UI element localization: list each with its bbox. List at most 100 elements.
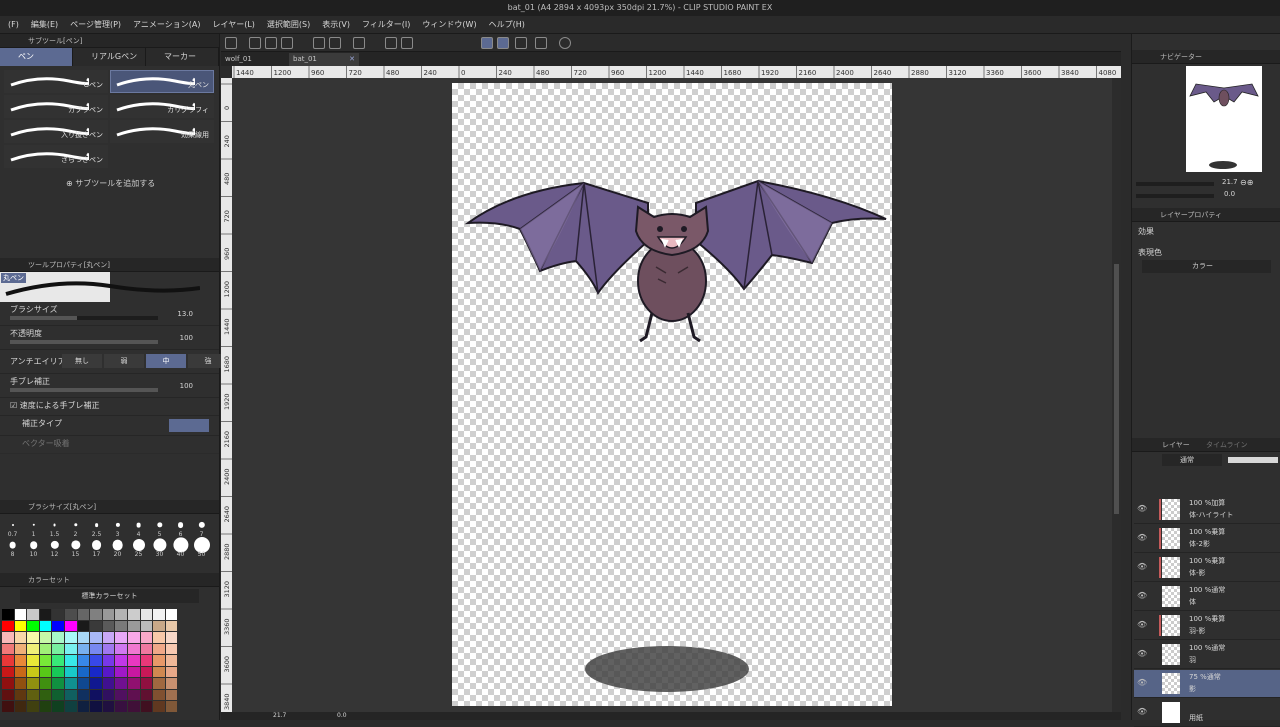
snap-special-ruler-icon[interactable] xyxy=(497,37,509,49)
brush-size-preset[interactable]: 7 xyxy=(191,518,212,538)
color-swatch[interactable] xyxy=(115,643,127,654)
color-swatch[interactable] xyxy=(14,632,27,643)
color-swatch[interactable] xyxy=(115,632,127,643)
color-swatch[interactable] xyxy=(2,632,14,643)
color-swatch[interactable] xyxy=(14,655,27,666)
color-swatch[interactable] xyxy=(27,666,39,677)
color-swatch[interactable] xyxy=(77,620,90,631)
brush-size-preset[interactable]: 1.5 xyxy=(44,518,65,538)
color-swatch[interactable] xyxy=(64,620,77,631)
close-icon[interactable]: ✕ xyxy=(349,53,355,66)
color-swatch[interactable] xyxy=(165,655,178,666)
checkbox-checked-icon[interactable]: ☑ xyxy=(10,401,20,410)
layer-row[interactable]: 👁 75 %通常影 xyxy=(1134,670,1280,698)
color-swatch[interactable] xyxy=(77,643,90,654)
color-swatch[interactable] xyxy=(165,643,178,654)
color-swatch[interactable] xyxy=(27,701,39,712)
color-swatch[interactable] xyxy=(90,689,102,700)
eye-icon[interactable]: 👁 xyxy=(1137,707,1147,716)
snap-ruler-icon[interactable] xyxy=(481,37,493,49)
color-swatch[interactable] xyxy=(52,701,64,712)
color-swatch[interactable] xyxy=(102,655,115,666)
brush-item[interactable]: カブラペン xyxy=(4,95,108,118)
color-swatch[interactable] xyxy=(90,655,102,666)
color-swatch[interactable] xyxy=(2,701,14,712)
color-swatch[interactable] xyxy=(102,632,115,643)
redo-icon[interactable] xyxy=(329,37,341,49)
menu-help[interactable]: ヘルプ(H) xyxy=(483,19,531,30)
color-swatch[interactable] xyxy=(127,689,140,700)
brush-size-preset[interactable]: 10 xyxy=(23,538,44,558)
color-swatch[interactable] xyxy=(115,609,127,620)
color-swatch[interactable] xyxy=(64,678,77,689)
new-file-icon[interactable] xyxy=(249,37,261,49)
color-swatch[interactable] xyxy=(127,620,140,631)
color-swatch[interactable] xyxy=(14,666,27,677)
color-swatch[interactable] xyxy=(77,689,90,700)
color-swatch[interactable] xyxy=(90,666,102,677)
color-swatch[interactable] xyxy=(153,620,165,631)
navigator-preview[interactable] xyxy=(1186,66,1262,172)
color-swatch[interactable] xyxy=(39,620,52,631)
menu-window[interactable]: ウィンドウ(W) xyxy=(416,19,482,30)
color-swatch[interactable] xyxy=(90,701,102,712)
color-swatch[interactable] xyxy=(52,689,64,700)
brush-size-preset[interactable]: 0.7 xyxy=(2,518,23,538)
zoom-slider[interactable] xyxy=(1136,182,1214,186)
color-swatch[interactable] xyxy=(77,609,90,620)
color-swatch[interactable] xyxy=(102,678,115,689)
color-swatch[interactable] xyxy=(102,701,115,712)
scroll-thumb[interactable] xyxy=(1114,264,1119,514)
color-swatch[interactable] xyxy=(14,620,27,631)
color-swatch[interactable] xyxy=(39,678,52,689)
color-swatch[interactable] xyxy=(52,620,64,631)
color-swatch[interactable] xyxy=(127,678,140,689)
color-swatch[interactable] xyxy=(127,666,140,677)
clear-icon[interactable] xyxy=(353,37,365,49)
color-swatch[interactable] xyxy=(39,609,52,620)
color-swatch[interactable] xyxy=(77,701,90,712)
color-swatch[interactable] xyxy=(115,701,127,712)
color-swatch[interactable] xyxy=(153,678,165,689)
color-swatch[interactable] xyxy=(127,701,140,712)
color-swatch[interactable] xyxy=(2,609,14,620)
color-swatch[interactable] xyxy=(52,666,64,677)
eye-icon[interactable]: 👁 xyxy=(1137,533,1147,542)
color-swatch[interactable] xyxy=(102,689,115,700)
color-mode-select[interactable]: カラー xyxy=(1142,260,1271,273)
color-swatch[interactable] xyxy=(140,609,153,620)
color-swatch[interactable] xyxy=(77,632,90,643)
brush-size-preset[interactable]: 40 xyxy=(170,537,191,558)
color-swatch[interactable] xyxy=(2,678,14,689)
color-swatch[interactable] xyxy=(2,666,14,677)
color-swatch[interactable] xyxy=(90,678,102,689)
colorset-select[interactable]: 標準カラーセット xyxy=(20,589,199,603)
color-swatch[interactable] xyxy=(153,655,165,666)
eye-icon[interactable]: 👁 xyxy=(1137,649,1147,658)
layer-row[interactable]: 👁 100 %乗算 体-2影 xyxy=(1134,525,1280,553)
color-swatch[interactable] xyxy=(52,609,64,620)
antialias-option[interactable]: 弱 xyxy=(104,354,144,368)
rotate-slider[interactable] xyxy=(1136,194,1214,198)
color-swatch[interactable] xyxy=(39,655,52,666)
color-swatch[interactable] xyxy=(2,689,14,700)
brush-size-preset[interactable]: 17 xyxy=(86,538,107,558)
brush-size-preset[interactable]: 8 xyxy=(2,538,23,558)
color-swatch[interactable] xyxy=(102,666,115,677)
zoom-controls-icon[interactable]: ⊖⊕ xyxy=(1240,178,1253,187)
color-swatch[interactable] xyxy=(127,655,140,666)
color-swatch[interactable] xyxy=(39,643,52,654)
save-icon[interactable] xyxy=(281,37,293,49)
color-swatch[interactable] xyxy=(64,666,77,677)
color-swatch[interactable] xyxy=(27,655,39,666)
color-swatch[interactable] xyxy=(127,632,140,643)
color-swatch[interactable] xyxy=(165,632,178,643)
color-swatch[interactable] xyxy=(115,655,127,666)
snap-grid-icon[interactable] xyxy=(515,37,527,49)
brush-size-preset[interactable]: 30 xyxy=(149,538,170,558)
brush-size-row[interactable]: ブラシサイズ 13.0 xyxy=(0,302,219,326)
color-swatch[interactable] xyxy=(14,643,27,654)
opacity-slider[interactable] xyxy=(10,340,158,344)
color-swatch[interactable] xyxy=(90,643,102,654)
open-file-icon[interactable] xyxy=(265,37,277,49)
